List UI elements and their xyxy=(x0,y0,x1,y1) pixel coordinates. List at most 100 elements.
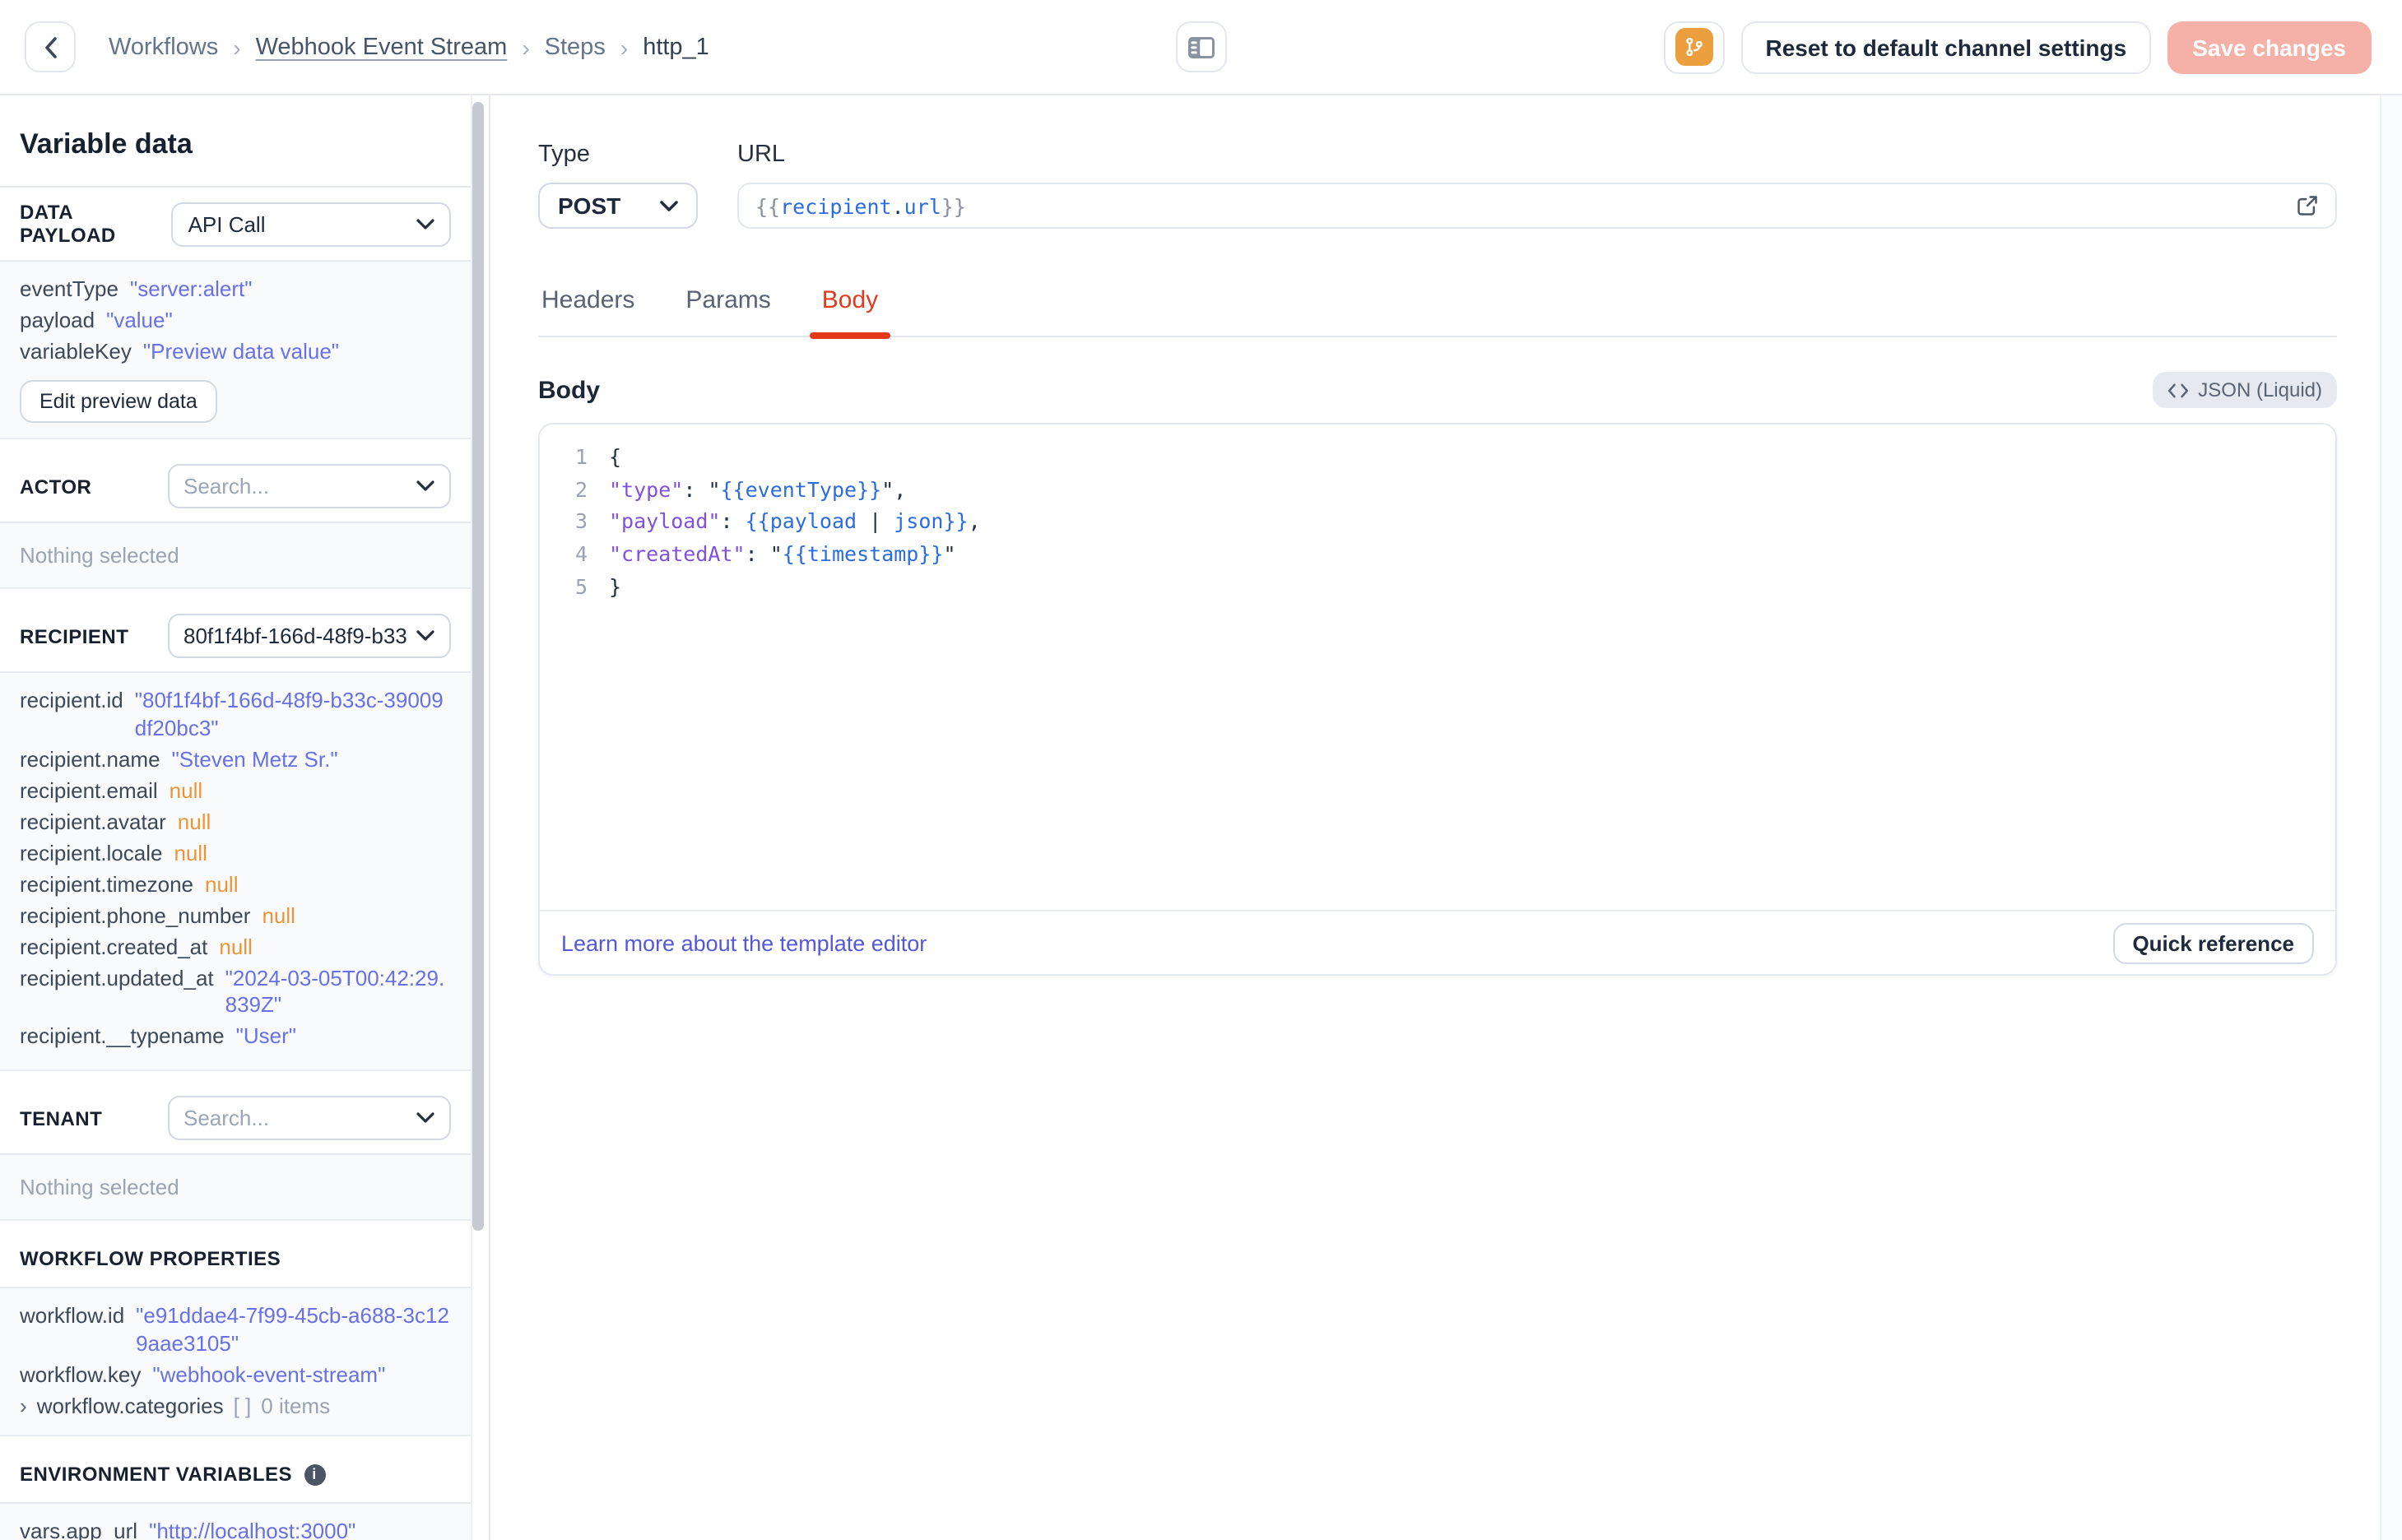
breadcrumb-separator: › xyxy=(233,34,241,60)
workflow-categories-brackets: [ ] xyxy=(233,1393,252,1417)
language-badge-label: JSON (Liquid) xyxy=(2198,378,2322,401)
quick-reference-button[interactable]: Quick reference xyxy=(2112,922,2314,963)
variable-row: recipient.name "Steven Metz Sr." xyxy=(20,746,450,773)
variable-key: vars.app_url xyxy=(20,1519,138,1540)
variable-value: "http://localhost:3000" xyxy=(149,1519,356,1540)
workflow-properties-label: WORKFLOW PROPERTIES xyxy=(20,1247,281,1270)
info-icon[interactable]: i xyxy=(304,1463,325,1485)
chevron-right-icon: › xyxy=(20,1393,27,1417)
template-editor-docs-link[interactable]: Learn more about the template editor xyxy=(561,930,927,955)
editor-footer: Learn more about the template editor Qui… xyxy=(540,910,2335,974)
line-number: 1 xyxy=(574,444,588,469)
token: {{eventType}} xyxy=(720,476,882,502)
variable-value: "Preview data value" xyxy=(142,339,340,364)
variable-row: recipient.locale null xyxy=(20,840,450,867)
variable-row: workflow.key "webhook-event-stream" xyxy=(20,1361,450,1389)
recipient-var-list: recipient.id "80f1f4bf-166d-48f9-b33c-390… xyxy=(20,688,450,1051)
variable-value: null xyxy=(174,840,207,865)
tab-body[interactable]: Body xyxy=(810,286,890,338)
line-number: 5 xyxy=(574,573,588,599)
actor-row: ACTOR Search... xyxy=(0,451,470,523)
tab-headers[interactable]: Headers xyxy=(538,286,638,336)
variable-key: recipient.created_at xyxy=(20,934,208,958)
variable-key: variableKey xyxy=(20,339,132,364)
breadcrumb-item-webhook-event-stream[interactable]: Webhook Event Stream xyxy=(256,34,508,60)
environment-variables-header: ENVIRONMENT VARIABLES i xyxy=(0,1436,470,1504)
breadcrumb-separator: › xyxy=(620,34,629,60)
variable-row: vars.app_url "http://localhost:3000" xyxy=(20,1519,450,1540)
code-editor[interactable]: 1{2 "type": "{{eventType}}", 3 "payload": {… xyxy=(540,424,2335,910)
http-method-select[interactable]: POST xyxy=(538,183,698,229)
token: recipient xyxy=(780,193,892,218)
tenant-panel: Nothing selected xyxy=(0,1155,470,1221)
variable-value: "e91ddae4-7f99-45cb-a688-3c129aae3105" xyxy=(136,1303,449,1355)
variable-row: variableKey "Preview data value" xyxy=(20,339,450,366)
breadcrumb-item-steps[interactable]: Steps xyxy=(545,34,606,60)
variable-data-sidebar: Variable data DATA PAYLOAD API Call even… xyxy=(0,95,490,1540)
variable-row: workflow.id "e91ddae4-7f99-45cb-a688-3c12… xyxy=(20,1303,450,1357)
tenant-row: TENANT Search... xyxy=(0,1083,470,1155)
variable-row: payload "value" xyxy=(20,308,450,335)
code-line: 3 "payload": {{payload | json}}, xyxy=(560,506,2316,538)
url-input[interactable]: {{recipient.url}} xyxy=(737,183,2337,229)
page-scrollbar-gutter[interactable] xyxy=(2379,95,2402,1540)
tenant-search-select[interactable]: Search... xyxy=(167,1096,450,1140)
recipient-select[interactable]: 80f1f4bf-166d-48f9-b33c xyxy=(167,614,450,658)
reset-channel-settings-button[interactable]: Reset to default channel settings xyxy=(1740,21,2152,73)
variable-value: "80f1f4bf-166d-48f9-b33c-39009df20bc3" xyxy=(134,688,444,740)
variable-row: recipient.id "80f1f4bf-166d-48f9-b33c-390… xyxy=(20,688,450,742)
open-url-button[interactable] xyxy=(2296,194,2319,217)
token: " xyxy=(708,476,721,502)
variable-row: recipient.updated_at "2024-03-05T00:42:29… xyxy=(20,965,450,1019)
token: } xyxy=(609,573,622,599)
variable-value: "User" xyxy=(235,1023,296,1048)
chevron-down-icon xyxy=(416,480,434,492)
variable-row: recipient.phone_number null xyxy=(20,902,450,930)
code-icon xyxy=(2167,383,2188,397)
env-var-list: vars.app_url "http://localhost:3000"vars.… xyxy=(20,1519,450,1540)
token: "payload" xyxy=(609,508,721,534)
variable-key: recipient.__typename xyxy=(20,1023,225,1048)
data-payload-select[interactable]: API Call xyxy=(171,202,450,246)
variable-key: payload xyxy=(20,308,95,332)
tab-label: Params xyxy=(685,286,771,314)
token: json}} xyxy=(881,508,969,534)
actor-search-select[interactable]: Search... xyxy=(167,464,450,508)
tenant-label: TENANT xyxy=(20,1106,103,1129)
type-field: Type POST xyxy=(538,141,698,229)
language-badge: JSON (Liquid) xyxy=(2152,372,2337,408)
url-value: {{recipient.url}} xyxy=(755,193,2296,218)
token: url xyxy=(904,193,941,218)
commit-changes-button[interactable] xyxy=(1663,21,1725,73)
save-changes-button[interactable]: Save changes xyxy=(2167,21,2371,73)
actor-empty-state: Nothing selected xyxy=(20,543,179,568)
tab-params[interactable]: Params xyxy=(682,286,774,336)
edit-preview-data-button[interactable]: Edit preview data xyxy=(20,380,217,423)
back-chevron-icon xyxy=(42,35,58,58)
variable-key: recipient.name xyxy=(20,746,160,771)
line-number: 3 xyxy=(574,508,588,534)
variable-key: recipient.updated_at xyxy=(20,965,214,990)
variable-value: null xyxy=(262,902,295,927)
token: : xyxy=(745,541,770,567)
code-tokens: "createdAt": "{{timestamp}}" xyxy=(609,538,956,570)
recipient-row: RECIPIENT 80f1f4bf-166d-48f9-b33c xyxy=(0,601,470,673)
actor-label: ACTOR xyxy=(20,475,92,498)
recipient-label: RECIPIENT xyxy=(20,624,129,647)
sidebar-scrollbar[interactable] xyxy=(472,102,484,1231)
body-section-header: Body JSON (Liquid) xyxy=(538,372,2337,408)
sidebar-title: Variable data xyxy=(0,95,470,188)
tab-label: Body xyxy=(821,286,879,314)
code-line: 1{ xyxy=(560,441,2316,473)
sidebar-toggle-button[interactable] xyxy=(1175,21,1227,72)
step-editor-main: Type POST URL {{recipient.url}} Headers … xyxy=(490,95,2402,1540)
breadcrumb-item-workflows[interactable]: Workflows xyxy=(109,34,218,60)
url-field: URL {{recipient.url}} xyxy=(737,141,2337,229)
top-bar: Workflows › Webhook Event Stream › Steps › htt… xyxy=(0,0,2402,95)
workflow-categories-row[interactable]: › workflow.categories [ ] 0 items xyxy=(20,1393,450,1420)
chevron-down-icon xyxy=(416,218,434,230)
back-button[interactable] xyxy=(25,21,76,72)
token: }} xyxy=(941,193,966,218)
tab-label: Headers xyxy=(541,286,635,314)
workflow-properties-header: WORKFLOW PROPERTIES xyxy=(0,1221,470,1288)
